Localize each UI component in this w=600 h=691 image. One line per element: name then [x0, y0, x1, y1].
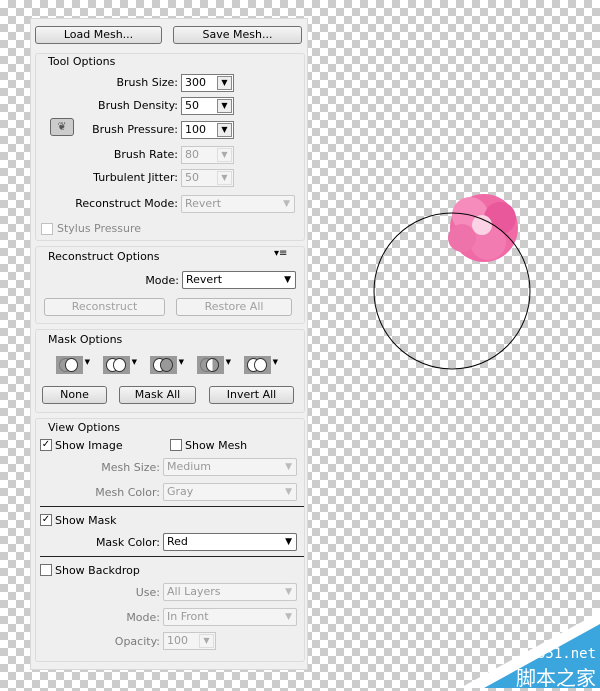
show-mesh-label: Show Mesh — [185, 439, 248, 452]
mesh-color-value: Gray — [167, 485, 194, 498]
brush-rate-value: 80 — [185, 148, 199, 161]
flower-image — [448, 194, 518, 262]
mask-options-group: Mask Options ▼ ▼ ▼ ▼ ▼ None Mask All Inv… — [35, 329, 305, 413]
none-button[interactable]: None — [42, 386, 107, 404]
reconstruct-mode-select[interactable]: Revert ▼ — [181, 195, 295, 213]
mesh-size-select[interactable]: Medium ▼ — [163, 458, 297, 476]
watermark: jb51.net 脚本之家 — [460, 612, 600, 690]
panel-menu-icon[interactable]: ▾≡ — [274, 248, 287, 259]
add-to-selection-icon[interactable]: ▼ — [103, 356, 137, 374]
brush-size-label: Brush Size: — [116, 76, 178, 89]
reconstruct-mode-label: Mode: — [145, 274, 179, 287]
mesh-size-value: Medium — [167, 460, 211, 473]
brush-density-field[interactable]: 50 ▼ — [181, 97, 234, 115]
use-select[interactable]: All Layers ▼ — [163, 583, 297, 601]
watermark-name: 脚本之家 — [516, 666, 596, 690]
show-backdrop-checkbox[interactable] — [40, 564, 52, 576]
show-mesh-checkbox[interactable] — [170, 439, 182, 451]
replace-selection-icon[interactable]: ▼ — [56, 356, 90, 374]
brush-density-label: Brush Density: — [98, 99, 178, 112]
chevron-down-icon: ▼ — [217, 148, 232, 162]
view-options-group: View Options ✓ Show Image Show Mesh Mesh… — [35, 418, 305, 662]
tool-options-title: Tool Options — [48, 55, 116, 68]
intersect-selection-icon[interactable]: ▼ — [197, 356, 231, 374]
stylus-pressure-label: Stylus Pressure — [57, 222, 142, 235]
mask-all-button[interactable]: Mask All — [119, 386, 196, 404]
mask-color-select[interactable]: Red ▼ — [163, 533, 297, 551]
view-options-title: View Options — [48, 421, 121, 434]
chevron-down-icon[interactable]: ▼ — [217, 123, 232, 137]
turbulent-jitter-field[interactable]: 50 ▼ — [181, 169, 234, 187]
show-image-label: Show Image — [55, 439, 123, 452]
reconstruct-mode-value: Revert — [185, 197, 222, 210]
mesh-size-label: Mesh Size: — [101, 461, 160, 474]
backdrop-mode-label: Mode: — [126, 611, 160, 624]
show-mask-checkbox[interactable]: ✓ — [40, 514, 52, 526]
watermark-url: jb51.net — [528, 646, 596, 662]
tool-options-group: Tool Options Brush Size: 300 ▼ Brush Dens… — [35, 53, 305, 241]
turbulent-jitter-value: 50 — [185, 171, 199, 184]
brush-size-value: 300 — [185, 76, 206, 89]
opacity-label: Opacity: — [114, 635, 160, 648]
brush-density-value: 50 — [185, 99, 199, 112]
save-mesh-button[interactable]: Save Mesh... — [173, 26, 302, 44]
mesh-color-select[interactable]: Gray ▼ — [163, 483, 297, 501]
mode-select[interactable]: Revert ▼ — [182, 271, 296, 289]
backdrop-mode-value: In Front — [167, 610, 209, 623]
mask-color-value: Red — [167, 535, 188, 548]
brush-size-field[interactable]: 300 ▼ — [181, 74, 234, 92]
restore-all-button[interactable]: Restore All — [176, 298, 292, 316]
mask-color-label: Mask Color: — [95, 536, 160, 549]
brush-pressure-field[interactable]: 100 ▼ — [181, 121, 234, 139]
chevron-down-icon: ▼ — [285, 487, 292, 497]
brush-pressure-label: Brush Pressure: — [92, 123, 178, 136]
opacity-field[interactable]: 100 ▼ — [163, 632, 216, 650]
divider — [40, 556, 304, 557]
reconstruct-button[interactable]: Reconstruct — [44, 298, 165, 316]
chevron-down-icon: ▼ — [285, 462, 292, 472]
mode-value: Revert — [186, 273, 223, 286]
brush-pressure-value: 100 — [185, 123, 206, 136]
invert-selection-icon[interactable]: ▼ — [244, 356, 278, 374]
reconstruct-mode-label: Reconstruct Mode: — [75, 197, 178, 210]
canvas-preview[interactable] — [360, 180, 550, 380]
brush-rate-field[interactable]: 80 ▼ — [181, 146, 234, 164]
chevron-down-icon: ▼ — [283, 199, 290, 209]
use-value: All Layers — [167, 585, 221, 598]
invert-all-button[interactable]: Invert All — [209, 386, 294, 404]
opacity-value: 100 — [167, 634, 188, 647]
chevron-down-icon: ▼ — [217, 171, 232, 185]
chevron-down-icon: ▼ — [199, 634, 214, 648]
chevron-down-icon: ▼ — [285, 587, 292, 597]
mask-options-title: Mask Options — [48, 333, 123, 346]
divider — [40, 506, 304, 507]
use-label: Use: — [135, 586, 160, 599]
brush-rate-label: Brush Rate: — [113, 148, 178, 161]
subtract-from-selection-icon[interactable]: ▼ — [150, 356, 184, 374]
mesh-color-label: Mesh Color: — [95, 486, 160, 499]
chevron-down-icon[interactable]: ▼ — [217, 76, 232, 90]
chevron-down-icon: ▼ — [285, 612, 292, 622]
chevron-down-icon: ▼ — [285, 537, 292, 547]
liquify-options-panel: Load Mesh... Save Mesh... Tool Options B… — [30, 18, 308, 670]
show-backdrop-label: Show Backdrop — [55, 564, 140, 577]
chevron-down-icon[interactable]: ▼ — [217, 99, 232, 113]
backdrop-mode-select[interactable]: In Front ▼ — [163, 608, 297, 626]
show-mask-label: Show Mask — [55, 514, 117, 527]
show-image-checkbox[interactable]: ✓ — [40, 439, 52, 451]
chevron-down-icon: ▼ — [284, 275, 291, 285]
turbulent-jitter-label: Turbulent Jitter: — [93, 171, 178, 184]
reconstruct-options-group: Reconstruct Options ▾≡ Mode: Revert ▼ Rec… — [35, 246, 305, 324]
load-mesh-button[interactable]: Load Mesh... — [35, 26, 162, 44]
stylus-pressure-checkbox[interactable] — [41, 223, 53, 235]
reconstruct-options-title: Reconstruct Options — [48, 250, 160, 263]
